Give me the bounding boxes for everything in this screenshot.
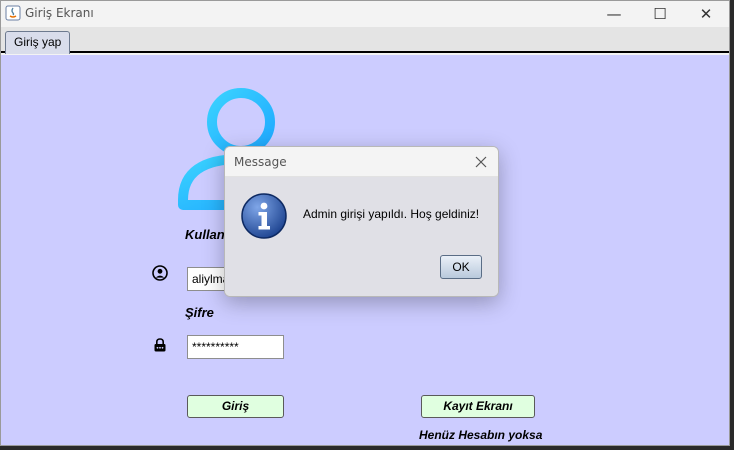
window-title: Giriş Ekranı [25, 6, 94, 20]
lock-icon [154, 338, 166, 352]
dialog-title: Message [234, 155, 287, 169]
close-button[interactable]: ✕ [683, 1, 729, 27]
info-icon [241, 193, 287, 239]
close-icon: ✕ [699, 5, 713, 23]
minimize-button[interactable]: — [591, 1, 637, 27]
maximize-button[interactable]: ☐ [637, 1, 683, 27]
close-icon [475, 156, 487, 168]
register-hint: Henüz Hesabın yoksa [419, 428, 543, 442]
maximize-icon: ☐ [653, 5, 667, 23]
login-button[interactable]: Giriş [187, 395, 284, 418]
user-circle-icon [152, 265, 168, 281]
tab-strip: Giriş yap [1, 27, 729, 54]
dialog-close-button[interactable] [470, 151, 492, 173]
dialog-message: Admin girişi yapıldı. Hoş geldiniz! [303, 207, 480, 221]
register-screen-button[interactable]: Kayıt Ekranı [421, 395, 535, 418]
java-app-icon [5, 5, 21, 21]
dialog-title-bar[interactable]: Message [225, 147, 498, 177]
minimize-icon: — [606, 5, 622, 23]
title-bar[interactable]: Giriş Ekranı — ☐ ✕ [1, 1, 729, 27]
password-label: Şifre [185, 305, 214, 320]
message-dialog: Message Admin girişi yapıldı. Hoş geldin… [224, 146, 499, 297]
password-field[interactable]: ********** [187, 335, 284, 359]
tab-login[interactable]: Giriş yap [5, 31, 71, 54]
dialog-body: Admin girişi yapıldı. Hoş geldiniz! OK [225, 177, 498, 296]
ok-button[interactable]: OK [440, 255, 482, 279]
